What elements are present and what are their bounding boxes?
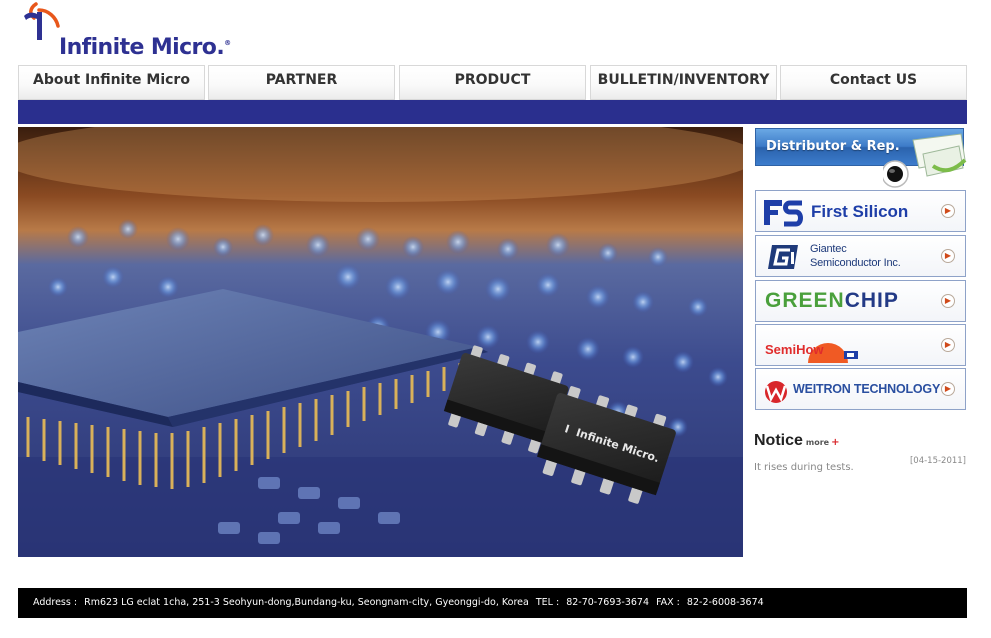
partner-name: First Silicon [811,202,909,221]
distributor-rep-label: Distributor & Rep. [766,139,900,154]
partner-name: Giantec Semiconductor Inc. [810,243,901,269]
partner-name: GREENCHIP [765,289,899,312]
notice-panel: Notice more + It rises during tests. [04-1… [754,430,967,473]
chevron-right-icon: ▶ [941,249,955,263]
notice-item[interactable]: It rises during tests. [04-15-2011] [754,455,967,473]
main-nav: About Infinite Micro PARTNER PRODUCT BUL… [18,65,967,100]
partner-semihow[interactable]: SemiHow ▶ [755,324,966,366]
nav-tab-bulletin-inventory[interactable]: BULLETIN/INVENTORY [590,65,777,100]
giantec-logo-icon [768,245,798,269]
notice-more-link[interactable]: more [806,438,829,447]
logo-wordmark: Infinite Micro.® [59,35,231,60]
footer-address-bar: Address : Rm623 LG eclat 1cha, 251-3 Seo… [18,588,967,618]
notice-item-date: [04-15-2011] [909,456,966,466]
footer-tel-label: TEL : [535,597,560,608]
first-silicon-logo-icon [764,200,803,227]
notice-item-title[interactable]: It rises during tests. [754,462,854,473]
infinite-micro-logo-icon [24,2,60,40]
notice-title: Notice [754,432,803,449]
partner-weitron[interactable]: WEITRON TECHNOLOGY ▶ [755,368,966,410]
site-logo[interactable]: Infinite Micro.® [22,2,252,64]
footer-tel: 82-70-7693-3674 [566,597,650,608]
nav-tab-product[interactable]: PRODUCT [399,65,586,100]
hero-circuit-board-illustration: I Infinite Micro. [18,127,743,557]
footer-address-label: Address : [33,597,78,608]
nav-tab-partner[interactable]: PARTNER [208,65,395,100]
footer-fax-label: FAX : [656,597,680,608]
partner-first-silicon[interactable]: First Silicon ▶ [755,190,966,232]
footer-address: Rm623 LG eclat 1cha, 251-3 Seohyun-dong,… [84,597,529,608]
business-card-icon [883,133,967,188]
nav-submenu-bar [18,100,967,124]
chevron-right-icon: ▶ [941,338,955,352]
chevron-right-icon: ▶ [941,204,955,218]
chevron-right-icon: ▶ [941,382,955,396]
footer-fax: 82-2-6008-3674 [686,597,764,608]
partner-greenchip[interactable]: GREENCHIP ▶ [755,280,966,322]
partner-giantec[interactable]: Giantec Semiconductor Inc. ▶ [755,235,966,277]
nav-tab-about[interactable]: About Infinite Micro [18,65,205,100]
chevron-right-icon: ▶ [941,294,955,308]
weitron-logo-icon [765,381,787,403]
nav-tab-contact[interactable]: Contact US [780,65,967,100]
partner-name: SemiHow [765,342,824,357]
hero-image: I Infinite Micro. [18,127,743,557]
partner-name: WEITRON TECHNOLOGY [793,382,941,396]
plus-icon[interactable]: + [831,437,839,448]
distributor-rep-banner[interactable]: Distributor & Rep. [755,128,967,190]
